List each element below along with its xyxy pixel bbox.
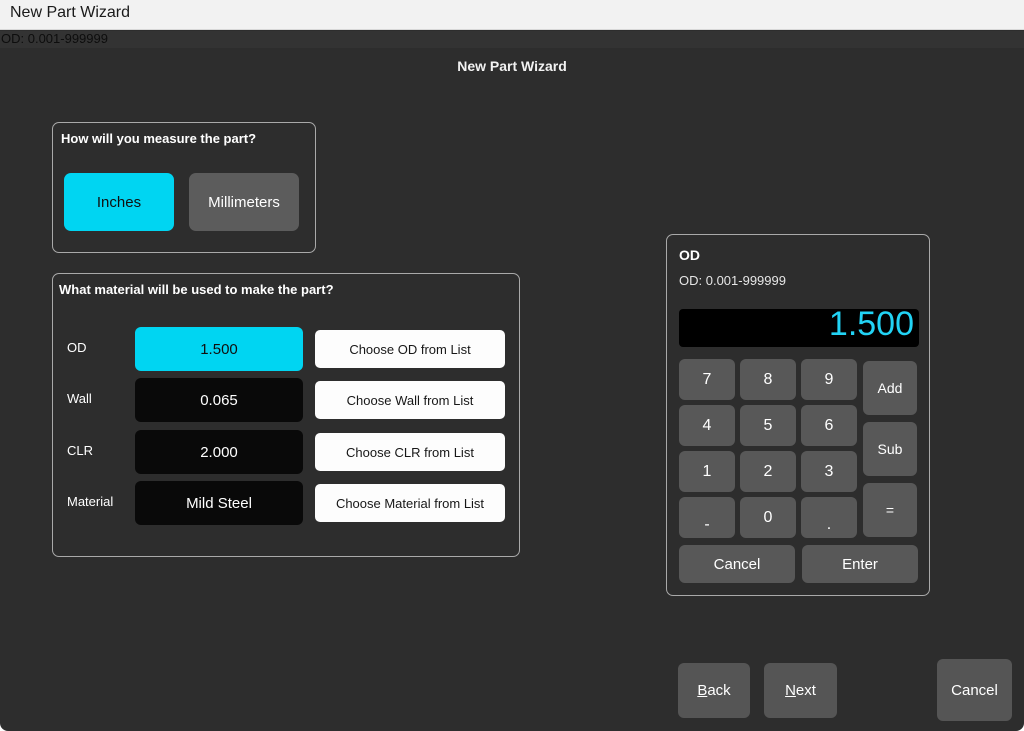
numeric-keypad-panel: OD OD: 0.001-999999 1.500 7 8 9 Add 4 5 … xyxy=(666,234,930,596)
material-value-wall[interactable]: 0.065 xyxy=(135,378,303,422)
keypad-display: 1.500 xyxy=(679,309,919,347)
back-button[interactable]: Back xyxy=(678,663,750,718)
keypad-key-1[interactable]: 1 xyxy=(679,451,735,492)
next-button-accel: N xyxy=(785,682,796,699)
choose-wall-from-list-button[interactable]: Choose Wall from List xyxy=(315,381,505,419)
table-row: Material Mild Steel Choose Material from… xyxy=(53,481,521,525)
material-panel: What material will be used to make the p… xyxy=(52,273,520,557)
unit-option-millimeters[interactable]: Millimeters xyxy=(189,173,299,231)
keypad-key-5[interactable]: 5 xyxy=(740,405,796,446)
keypad-key-add[interactable]: Add xyxy=(863,361,917,415)
status-strip: OD: 0.001-999999 xyxy=(0,31,1024,48)
keypad-display-value: 1.500 xyxy=(828,309,914,343)
units-panel: How will you measure the part? Inches Mi… xyxy=(52,122,316,253)
choose-clr-from-list-button[interactable]: Choose CLR from List xyxy=(315,433,505,471)
material-value-clr[interactable]: 2.000 xyxy=(135,430,303,474)
units-panel-title: How will you measure the part? xyxy=(61,131,257,146)
keypad-range-hint: OD: 0.001-999999 xyxy=(679,273,786,288)
keypad-key-minus[interactable]: - xyxy=(679,497,735,538)
material-row-label-od: OD xyxy=(67,340,87,355)
unit-option-inches[interactable]: Inches xyxy=(64,173,174,231)
material-row-label-wall: Wall xyxy=(67,391,92,406)
back-button-accel: B xyxy=(697,682,708,699)
window-titlebar: New Part Wizard xyxy=(0,0,1024,30)
material-value-od[interactable]: 1.500 xyxy=(135,327,303,371)
keypad-cancel-button[interactable]: Cancel xyxy=(679,545,795,583)
keypad-key-6[interactable]: 6 xyxy=(801,405,857,446)
material-row-label-material: Material xyxy=(67,494,114,509)
cancel-button[interactable]: Cancel xyxy=(937,659,1012,721)
keypad-key-0[interactable]: 0 xyxy=(740,497,796,538)
keypad-key-2[interactable]: 2 xyxy=(740,451,796,492)
keypad-key-7[interactable]: 7 xyxy=(679,359,735,400)
next-button[interactable]: Next xyxy=(764,663,837,718)
table-row: Wall 0.065 Choose Wall from List xyxy=(53,378,521,422)
keypad-key-sub[interactable]: Sub xyxy=(863,422,917,476)
keypad-enter-button[interactable]: Enter xyxy=(802,545,918,583)
keypad-key-8[interactable]: 8 xyxy=(740,359,796,400)
status-strip-text: OD: 0.001-999999 xyxy=(1,31,108,46)
keypad-title: OD xyxy=(679,247,700,263)
keypad-key-4[interactable]: 4 xyxy=(679,405,735,446)
choose-material-from-list-button[interactable]: Choose Material from List xyxy=(315,484,505,522)
keypad-key-decimal[interactable]: . xyxy=(801,497,857,538)
back-button-label: ack xyxy=(707,682,731,699)
table-row: CLR 2.000 Choose CLR from List xyxy=(53,430,521,474)
keypad-key-3[interactable]: 3 xyxy=(801,451,857,492)
keypad-key-equals[interactable]: = xyxy=(863,483,917,537)
table-row: OD 1.500 Choose OD from List xyxy=(53,327,521,371)
page-title: New Part Wizard xyxy=(457,58,567,74)
material-value-material[interactable]: Mild Steel xyxy=(135,481,303,525)
choose-od-from-list-button[interactable]: Choose OD from List xyxy=(315,330,505,368)
material-panel-title: What material will be used to make the p… xyxy=(59,282,334,297)
material-row-label-clr: CLR xyxy=(67,443,94,458)
next-button-label: ext xyxy=(795,682,816,699)
window-title: New Part Wizard xyxy=(10,4,131,21)
new-part-wizard-window: New Part Wizard OD: 0.001-999999 New Par… xyxy=(0,0,1024,731)
keypad-key-9[interactable]: 9 xyxy=(801,359,857,400)
